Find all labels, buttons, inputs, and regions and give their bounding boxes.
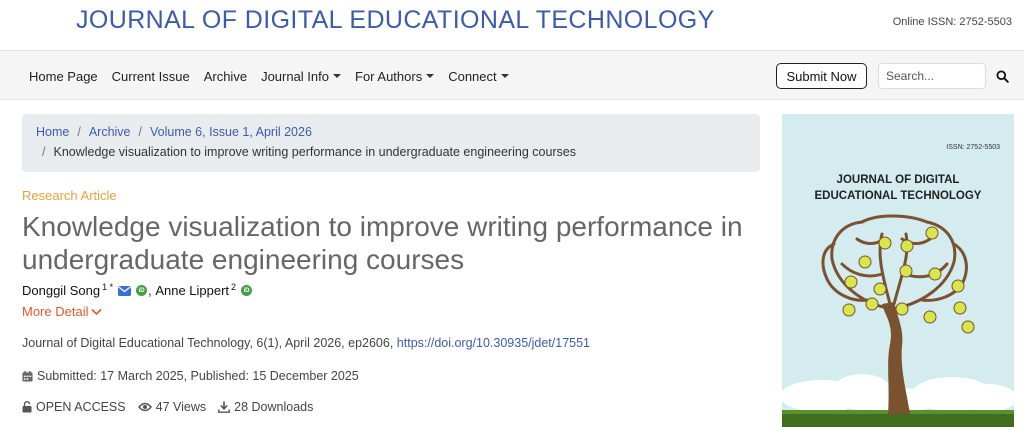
nav-home-page[interactable]: Home Page xyxy=(22,69,105,84)
downloads-count: 28 Downloads xyxy=(218,400,313,414)
caret-down-icon xyxy=(426,74,435,78)
main-navbar: Home Page Current Issue Archive Journal … xyxy=(0,50,1024,100)
author-name[interactable]: Donggil Song xyxy=(22,283,100,298)
nav-label: Current Issue xyxy=(111,68,190,84)
article-type: Research Article xyxy=(22,188,117,203)
author-list: Donggil Song 1 * iD , Anne Lippert 2 iD xyxy=(22,281,253,298)
online-issn: Online ISSN: 2752-5503 xyxy=(892,16,1012,28)
eye-icon xyxy=(137,402,152,412)
citation-text: Journal of Digital Educational Technolog… xyxy=(22,336,394,350)
breadcrumb-separator: / xyxy=(138,125,142,139)
nav-for-authors[interactable]: For Authors xyxy=(348,69,441,84)
breadcrumb-home[interactable]: Home xyxy=(36,125,69,139)
chevron-down-icon xyxy=(91,308,103,315)
nav-journal-info[interactable]: Journal Info xyxy=(254,69,348,84)
author-affiliation: 1 * xyxy=(102,281,114,292)
nav-archive[interactable]: Archive xyxy=(197,69,254,84)
nav-current-issue[interactable]: Current Issue xyxy=(105,69,197,84)
calendar-icon xyxy=(22,370,33,382)
article-dates: Submitted: 17 March 2025, Published: 15 … xyxy=(22,369,359,383)
nav-connect[interactable]: Connect xyxy=(441,69,515,84)
caret-down-icon xyxy=(500,74,509,78)
unlock-icon xyxy=(22,401,32,413)
views-label: 47 Views xyxy=(155,400,207,414)
breadcrumb-archive[interactable]: Archive xyxy=(89,125,131,139)
caret-down-icon xyxy=(333,74,341,78)
views-count: 47 Views xyxy=(137,400,207,414)
nav-label: Journal Info xyxy=(261,68,329,84)
nav-label: Home Page xyxy=(29,68,98,84)
search-input[interactable] xyxy=(878,63,986,89)
site-header: JOURNAL OF DIGITAL EDUCATIONAL TECHNOLOG… xyxy=(0,0,1024,50)
breadcrumb-separator: / xyxy=(77,125,81,139)
open-access-badge: OPEN ACCESS xyxy=(22,400,126,414)
nav-label: Archive xyxy=(203,68,248,84)
breadcrumb: Home / Archive / Volume 6, Issue 1, Apri… xyxy=(22,114,760,172)
download-icon xyxy=(218,401,231,413)
article-stats: OPEN ACCESS 47 Views 28 Downloads xyxy=(22,400,325,414)
nav-label: Connect xyxy=(448,68,497,84)
author-affiliation: 2 xyxy=(231,281,237,292)
search-icon xyxy=(995,69,1009,83)
journal-cover[interactable]: ISSN: 2752-5503 JOURNAL OF DIGITAL EDUCA… xyxy=(782,114,1014,427)
tree-illustration xyxy=(782,214,1014,427)
email-icon[interactable] xyxy=(118,285,132,296)
citation-line: Journal of Digital Educational Technolog… xyxy=(22,336,590,350)
breadcrumb-issue[interactable]: Volume 6, Issue 1, April 2026 xyxy=(150,125,312,139)
doi-link[interactable]: https://doi.org/10.30935/jdet/17551 xyxy=(397,336,590,350)
author-separator: , xyxy=(148,283,156,298)
submit-now-button[interactable]: Submit Now xyxy=(776,63,867,89)
open-access-label: OPEN ACCESS xyxy=(36,400,126,414)
orcid-icon[interactable]: iD xyxy=(241,285,253,296)
downloads-label: 28 Downloads xyxy=(234,400,314,414)
orcid-icon[interactable]: iD xyxy=(136,285,148,296)
nav-label: For Authors xyxy=(355,68,423,84)
author-name[interactable]: Anne Lippert xyxy=(155,283,229,298)
nav-menu: Home Page Current Issue Archive Journal … xyxy=(22,51,516,101)
article-title: Knowledge visualization to improve writi… xyxy=(22,211,743,275)
dates-text: Submitted: 17 March 2025, Published: 15 … xyxy=(37,369,359,383)
more-detail-toggle[interactable]: More Detail xyxy=(22,304,103,319)
search-button[interactable] xyxy=(990,63,1014,89)
breadcrumb-separator: / xyxy=(42,145,46,159)
breadcrumb-current: Knowledge visualization to improve writi… xyxy=(53,145,577,159)
more-detail-label: More Detail xyxy=(22,304,89,319)
journal-title[interactable]: JOURNAL OF DIGITAL EDUCATIONAL TECHNOLOG… xyxy=(76,6,715,35)
